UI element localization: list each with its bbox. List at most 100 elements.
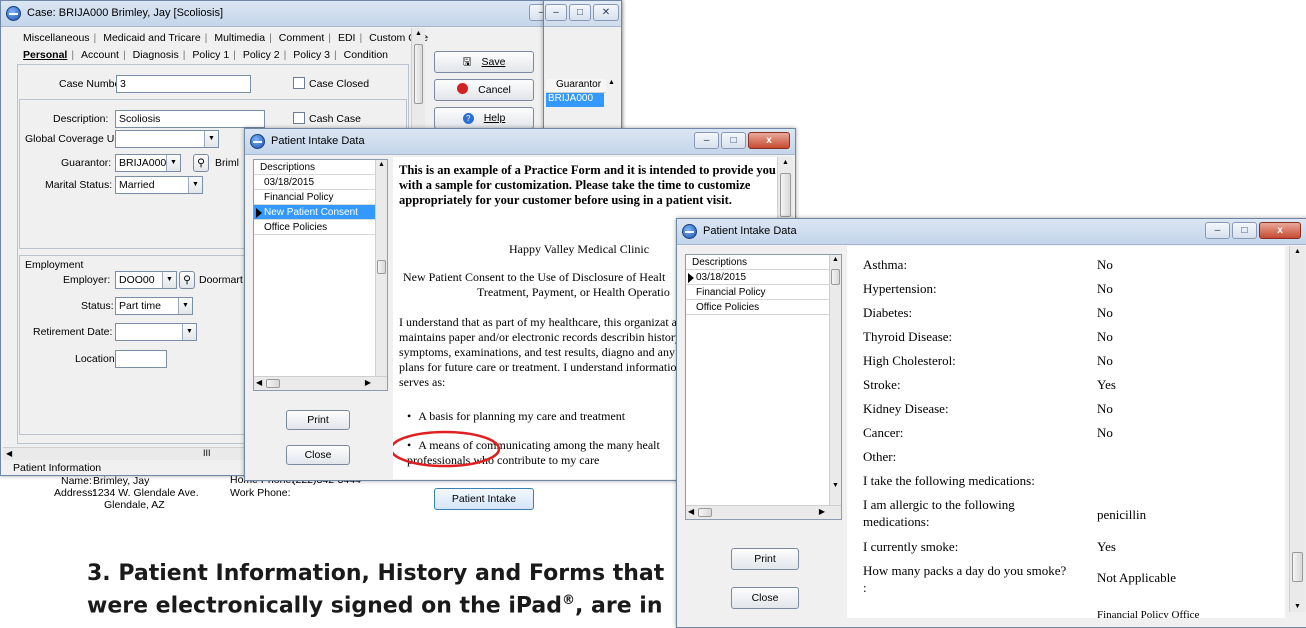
minimize-icon[interactable]: – <box>1205 222 1230 239</box>
marital-status-combo[interactable]: Married ▼ <box>115 176 203 194</box>
chevron-down-icon[interactable]: ▼ <box>162 272 176 288</box>
maximize-icon[interactable]: □ <box>569 4 591 21</box>
intake2-list-hscroll[interactable]: ◀ ▶ <box>686 505 841 519</box>
list-item[interactable]: Office Policies <box>686 300 841 315</box>
tab-medicaid[interactable]: Medicaid and Tricare <box>99 32 204 44</box>
tab-comment[interactable]: Comment <box>275 32 329 44</box>
intake-window-2: Patient Intake Data – □ x Descriptions 0… <box>676 218 1306 628</box>
close-icon[interactable]: x <box>1259 222 1301 239</box>
list-item-selected[interactable]: 03/18/2015 <box>686 270 841 285</box>
cash-case-checkbox[interactable]: Cash Case <box>293 112 361 125</box>
intake2-descriptions-list[interactable]: Descriptions 03/18/2015 Financial Policy… <box>685 254 842 520</box>
app-icon <box>682 224 697 239</box>
tab-personal[interactable]: Personal <box>19 49 71 61</box>
scroll-up-icon[interactable]: ▲ <box>1294 248 1301 255</box>
list-item[interactable]: Financial Policy <box>686 285 841 300</box>
history-question: Kidney Disease: <box>863 401 949 416</box>
chevron-down-icon[interactable]: ▼ <box>178 298 192 314</box>
status-combo[interactable]: Part time ▼ <box>115 297 193 315</box>
tab-edi[interactable]: EDI <box>334 32 360 44</box>
history-answer: No <box>1097 257 1113 272</box>
case-closed-checkbox[interactable]: Case Closed <box>293 77 369 90</box>
list-item[interactable]: Financial Policy <box>254 190 387 205</box>
scroll-up-icon[interactable]: ▲ <box>782 159 789 166</box>
global-coverage-combo[interactable]: ▼ <box>115 130 219 148</box>
scroll-up-icon[interactable]: ▲ <box>415 30 422 37</box>
intake1-doc-thumb[interactable] <box>780 173 791 217</box>
list-item-selected[interactable]: New Patient Consent <box>254 205 387 220</box>
location-label: Location: <box>75 353 118 365</box>
help-button[interactable]: ? Help <box>434 107 534 129</box>
tab-multimedia[interactable]: Multimedia <box>210 32 269 44</box>
tab-policy-3[interactable]: Policy 3 <box>289 49 334 61</box>
tab-account[interactable]: Account <box>77 49 123 61</box>
intake2-list-vscroll[interactable]: ▲ ▼ <box>829 255 841 505</box>
history-answer: No <box>1097 281 1113 296</box>
intake1-hscroll-thumb[interactable] <box>266 379 280 388</box>
intake2-doc-vscroll[interactable]: ▲ ▼ <box>1289 246 1305 612</box>
tab-diagnosis[interactable]: Diagnosis <box>129 49 183 61</box>
intake2-print-button[interactable]: Print <box>731 548 799 570</box>
tab-policy-2[interactable]: Policy 2 <box>239 49 284 61</box>
scroll-up-icon[interactable]: ▲ <box>608 79 615 86</box>
list-item[interactable]: 03/18/2015 <box>254 175 387 190</box>
intake2-close-button[interactable]: Close <box>731 587 799 609</box>
tab-condition[interactable]: Condition <box>340 49 392 61</box>
help-label: Help <box>483 112 506 124</box>
scroll-up-icon[interactable]: ▲ <box>832 256 839 263</box>
intake1-descriptions-list[interactable]: Descriptions 03/18/2015 Financial Policy… <box>253 159 388 391</box>
save-button[interactable]: 🖫 Save <box>434 51 534 73</box>
help-icon: ? <box>462 113 474 124</box>
chevron-down-icon[interactable]: ▼ <box>188 177 202 193</box>
tab-policy-1[interactable]: Policy 1 <box>188 49 233 61</box>
consent-title-2: Treatment, Payment, or Health Operatio <box>477 285 670 299</box>
guarantor-search-button[interactable]: ⚲ <box>193 154 209 172</box>
close-icon[interactable]: ✕ <box>593 4 619 21</box>
intake1-doc-vscroll[interactable]: ▲ <box>777 157 793 227</box>
minimize-icon[interactable]: – <box>694 132 719 149</box>
cash-case-label: Cash Case <box>309 113 361 125</box>
intake1-list-hscroll[interactable]: ◀ ▶ <box>254 376 387 390</box>
employer-combo[interactable]: DOO00 ▼ <box>115 271 177 289</box>
retirement-date-combo[interactable]: ▼ <box>115 323 197 341</box>
scroll-right-icon[interactable]: ▶ <box>365 378 371 387</box>
scroll-left-icon[interactable]: ◀ <box>256 378 262 387</box>
scroll-down-icon[interactable]: ▼ <box>832 482 839 489</box>
list-item[interactable]: Office Policies <box>254 220 387 235</box>
intake1-print-button[interactable]: Print <box>286 410 350 430</box>
history-answer: No <box>1097 305 1113 320</box>
scroll-right-icon[interactable]: ▶ <box>819 507 825 516</box>
close-icon[interactable]: x <box>748 132 790 149</box>
patient-intake-button[interactable]: Patient Intake <box>434 488 534 510</box>
maximize-icon[interactable]: □ <box>1232 222 1257 239</box>
magnifier-icon: ⚲ <box>183 274 191 286</box>
description-field[interactable]: Scoliosis <box>115 110 265 128</box>
intake2-doc-thumb[interactable] <box>1292 552 1303 582</box>
intake1-list-thumb[interactable] <box>377 260 386 274</box>
chevron-down-icon[interactable]: ▼ <box>182 324 196 340</box>
intake2-hscroll-thumb[interactable] <box>698 508 712 517</box>
chevron-down-icon[interactable]: ▼ <box>204 131 218 147</box>
intake2-list-thumb[interactable] <box>831 269 840 285</box>
employer-search-button[interactable]: ⚲ <box>179 271 195 289</box>
case-scroll-thumb[interactable] <box>414 44 423 104</box>
list-header: Descriptions <box>254 160 387 175</box>
guarantor-cell[interactable]: BRIJA000 <box>546 93 604 107</box>
case-number-field[interactable]: 3 <box>116 75 251 93</box>
intake1-close-button[interactable]: Close <box>286 445 350 465</box>
tab-miscellaneous[interactable]: Miscellaneous <box>19 32 94 44</box>
retirement-date-label: Retirement Date: <box>33 326 113 338</box>
scroll-down-icon[interactable]: ▼ <box>1294 603 1301 610</box>
scroll-up-icon[interactable]: ▲ <box>378 161 385 168</box>
checkbox-icon <box>293 112 305 124</box>
maximize-icon[interactable]: □ <box>721 132 746 149</box>
intake1-list-vscroll[interactable]: ▲ <box>375 160 387 378</box>
guarantor-combo[interactable]: BRIJA000 ▼ <box>115 154 181 172</box>
minimize-icon[interactable]: – <box>545 4 567 21</box>
location-field[interactable] <box>115 350 167 368</box>
consent-body: I understand that as part of my healthca… <box>399 315 690 389</box>
chevron-down-icon[interactable]: ▼ <box>166 155 180 171</box>
scroll-left-icon[interactable]: ◀ <box>6 449 12 458</box>
scroll-left-icon[interactable]: ◀ <box>688 507 694 516</box>
cancel-button[interactable]: Cancel <box>434 79 534 101</box>
